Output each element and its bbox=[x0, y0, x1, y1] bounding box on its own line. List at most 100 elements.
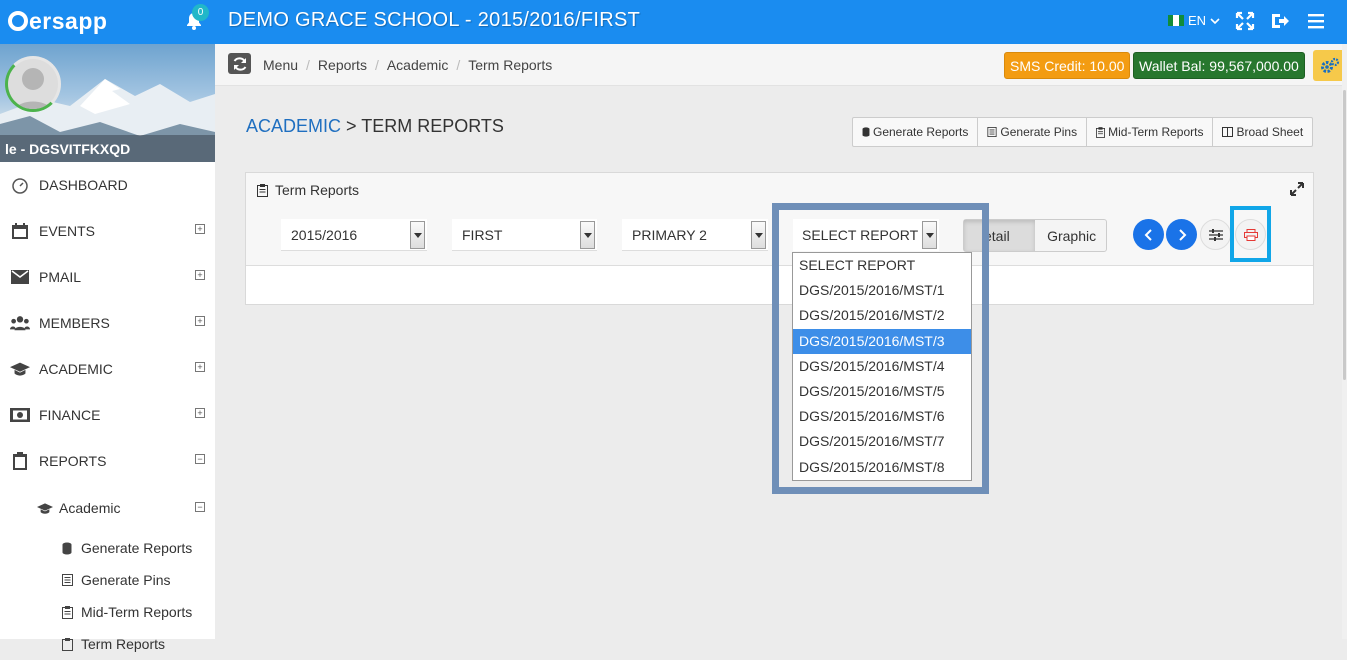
select-value: PRIMARY 2 bbox=[632, 227, 707, 243]
envelope-icon bbox=[10, 267, 30, 287]
sidebar-subitem-academic[interactable]: Academic − bbox=[0, 484, 215, 532]
sidebar-subitem-generate-pins[interactable]: Generate Pins bbox=[0, 564, 215, 596]
dropdown-option[interactable]: DGS/2015/2016/MST/4 bbox=[793, 354, 971, 379]
button-label: Generate Pins bbox=[1000, 125, 1078, 139]
dropdown-arrow-icon[interactable] bbox=[410, 221, 425, 249]
page-title-rest: > TERM REPORTS bbox=[341, 116, 504, 136]
dropdown-option[interactable]: DGS/2015/2016/MST/1 bbox=[793, 278, 971, 303]
avatar[interactable] bbox=[5, 56, 61, 112]
page-title-link[interactable]: ACADEMIC bbox=[246, 116, 341, 136]
button-label: Broad Sheet bbox=[1236, 125, 1304, 139]
expand-icon[interactable]: + bbox=[195, 270, 205, 280]
sms-credit-badge[interactable]: SMS Credit: 10.00 bbox=[1004, 52, 1131, 79]
filter-settings-button[interactable] bbox=[1200, 219, 1231, 250]
sidebar-subitem-mid-term-reports[interactable]: Mid-Term Reports bbox=[0, 596, 215, 628]
clipboard-icon bbox=[1096, 126, 1106, 138]
school-title: DEMO GRACE SCHOOL - 2015/2016/FIRST bbox=[228, 9, 641, 31]
sidebar-item-label: FINANCE bbox=[39, 407, 101, 423]
dropdown-arrow-icon[interactable] bbox=[751, 221, 766, 249]
sidebar-subitem-label: Generate Pins bbox=[81, 572, 171, 588]
fullscreen-icon[interactable] bbox=[1235, 11, 1255, 31]
database-icon bbox=[59, 541, 75, 555]
app-logo[interactable]: ersapp bbox=[8, 8, 107, 35]
sidebar: le - DGSVITFKXQD DASHBOARD EVENTS + PMAI… bbox=[0, 44, 215, 652]
sidebar-item-finance[interactable]: FINANCE + bbox=[0, 392, 215, 438]
list-icon bbox=[59, 573, 75, 587]
sidebar-item-label: ACADEMIC bbox=[39, 361, 113, 377]
language-selector[interactable]: EN bbox=[1168, 13, 1220, 28]
select-value: 2015/2016 bbox=[291, 227, 358, 243]
graduation-cap-icon bbox=[10, 359, 30, 379]
breadcrumb-separator: / bbox=[456, 57, 461, 73]
breadcrumb-item-current: Term Reports bbox=[468, 57, 553, 73]
class-select[interactable]: PRIMARY 2 bbox=[622, 219, 768, 251]
expand-icon[interactable]: + bbox=[195, 362, 205, 372]
generate-pins-button[interactable]: Generate Pins bbox=[978, 118, 1088, 146]
breadcrumb-separator: / bbox=[306, 57, 310, 73]
sidebar-item-pmail[interactable]: PMAIL + bbox=[0, 254, 215, 300]
sidebar-item-academic[interactable]: ACADEMIC + bbox=[0, 346, 215, 392]
next-button[interactable] bbox=[1166, 219, 1197, 250]
dropdown-option[interactable]: SELECT REPORT bbox=[793, 253, 971, 278]
term-select[interactable]: FIRST bbox=[452, 219, 597, 251]
logo-text: ersapp bbox=[29, 8, 108, 34]
dashboard-icon bbox=[10, 175, 30, 195]
dropdown-option[interactable]: DGS/2015/2016/MST/5 bbox=[793, 379, 971, 404]
sidebar-subitem-label: Mid-Term Reports bbox=[81, 604, 193, 620]
calendar-icon bbox=[10, 221, 30, 241]
generate-reports-button[interactable]: Generate Reports bbox=[853, 118, 979, 146]
hamburger-menu-icon[interactable] bbox=[1306, 11, 1326, 31]
gears-icon bbox=[1321, 57, 1340, 73]
breadcrumb-bar: Menu / Reports / Academic / Term Reports SM… bbox=[215, 44, 1347, 86]
breadcrumb-item[interactable]: Academic bbox=[387, 57, 448, 73]
sidebar-subitem-label: Academic bbox=[59, 500, 121, 516]
expand-icon[interactable]: + bbox=[195, 224, 205, 234]
sidebar-item-members[interactable]: MEMBERS + bbox=[0, 300, 215, 346]
session-select[interactable]: 2015/2016 bbox=[281, 219, 427, 251]
expand-panel-icon[interactable] bbox=[1290, 182, 1304, 196]
report-actions: Generate Reports Generate Pins Mid-Term … bbox=[852, 117, 1314, 147]
clipboard-icon bbox=[257, 183, 268, 197]
logout-icon[interactable] bbox=[1270, 11, 1290, 31]
page-title: ACADEMIC > TERM REPORTS bbox=[246, 116, 504, 137]
button-label: Mid-Term Reports bbox=[1108, 125, 1204, 139]
sidebar-item-reports[interactable]: REPORTS − bbox=[0, 438, 215, 484]
notification-badge: 0 bbox=[192, 4, 209, 21]
previous-button[interactable] bbox=[1133, 219, 1164, 250]
dropdown-arrow-icon[interactable] bbox=[580, 221, 595, 249]
dropdown-option[interactable]: DGS/2015/2016/MST/6 bbox=[793, 404, 971, 429]
print-highlight-frame bbox=[1230, 206, 1271, 262]
sliders-icon bbox=[1208, 228, 1223, 241]
sidebar-item-dashboard[interactable]: DASHBOARD bbox=[0, 162, 215, 208]
collapse-icon[interactable]: − bbox=[195, 502, 205, 512]
dropdown-option[interactable]: DGS/2015/2016/MST/7 bbox=[793, 429, 971, 454]
expand-icon[interactable]: + bbox=[195, 316, 205, 326]
dropdown-arrow-icon[interactable] bbox=[922, 221, 937, 249]
collapse-icon[interactable]: − bbox=[195, 454, 205, 464]
wallet-balance-badge[interactable]: Wallet Bal: 99,567,000.00 bbox=[1133, 52, 1305, 79]
sidebar-subitem-term-reports[interactable]: Term Reports bbox=[0, 628, 215, 660]
report-select[interactable]: SELECT REPORT bbox=[793, 219, 939, 251]
broad-sheet-button[interactable]: Broad Sheet bbox=[1213, 118, 1312, 146]
breadcrumb-item[interactable]: Reports bbox=[318, 57, 367, 73]
clipboard-icon bbox=[59, 637, 75, 651]
breadcrumb-separator: / bbox=[374, 57, 379, 73]
expand-icon[interactable]: + bbox=[195, 408, 205, 418]
sidebar-subitem-generate-reports[interactable]: Generate Reports bbox=[0, 532, 215, 564]
dropdown-option-highlighted[interactable]: DGS/2015/2016/MST/3 bbox=[793, 328, 971, 354]
graphic-view-button[interactable]: Graphic bbox=[1035, 220, 1106, 251]
dropdown-option[interactable]: DGS/2015/2016/MST/8 bbox=[793, 455, 971, 480]
sidebar-subitem-label: Generate Reports bbox=[81, 540, 193, 556]
list-icon bbox=[987, 127, 997, 137]
breadcrumb-item[interactable]: Menu bbox=[263, 57, 298, 73]
refresh-button[interactable] bbox=[228, 53, 251, 74]
dropdown-option[interactable]: DGS/2015/2016/MST/2 bbox=[793, 303, 971, 328]
sidebar-nav: DASHBOARD EVENTS + PMAIL + MEMBERS + ACA… bbox=[0, 162, 215, 660]
top-bar: ersapp 0 DEMO GRACE SCHOOL - 2015/2016/F… bbox=[0, 0, 1347, 44]
sidebar-item-events[interactable]: EVENTS + bbox=[0, 208, 215, 254]
scrollbar-thumb[interactable] bbox=[1343, 90, 1346, 380]
chevron-down-icon bbox=[1210, 17, 1220, 24]
chevron-right-icon bbox=[1178, 228, 1186, 241]
mid-term-reports-button[interactable]: Mid-Term Reports bbox=[1087, 118, 1214, 146]
clipboard-icon bbox=[10, 451, 30, 471]
